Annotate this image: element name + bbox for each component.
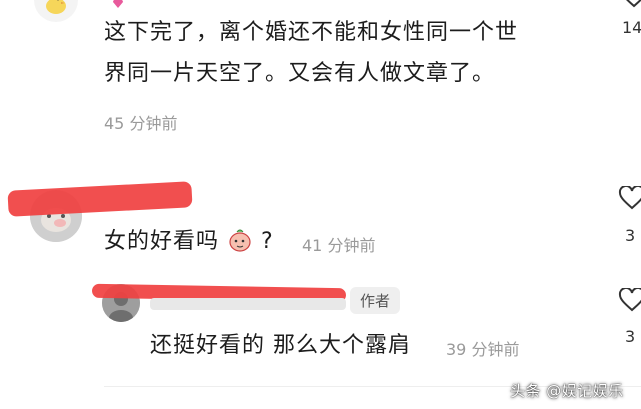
reply-time: 39 分钟前 — [446, 340, 520, 359]
like-count: 3 — [625, 327, 636, 346]
comment-text-body: 女的好看吗 — [104, 229, 220, 254]
like-heart-icon[interactable] — [620, 0, 641, 8]
like-heart-icon[interactable] — [618, 186, 641, 210]
comment-text-line-1: 这下完了，离个婚还不能和女性同一个世 — [104, 20, 519, 45]
redaction-mark — [7, 181, 193, 217]
reply-text: 还挺好看的 那么大个露肩 — [150, 333, 411, 358]
watermark: 头条 @娱记娱乐 — [510, 382, 624, 400]
like-count: 14 — [622, 18, 641, 37]
comment-time: 41 分钟前 — [302, 236, 376, 255]
commenter-avatar[interactable] — [34, 0, 78, 22]
duck-avatar-icon — [46, 0, 66, 14]
author-badge: 作者 — [350, 287, 401, 314]
peach-emoji-icon — [227, 227, 253, 253]
comment-text-line-2: 界同一片天空了。又会有人做文章了。 — [104, 61, 496, 86]
comment-text-punct: ? — [261, 229, 274, 254]
like-count: 3 — [625, 226, 636, 245]
username-tag-icon — [112, 0, 124, 8]
like-heart-icon[interactable] — [618, 288, 641, 312]
redacted-username — [150, 298, 346, 310]
comment-time: 45 分钟前 — [104, 114, 178, 133]
comment-text: 女的好看吗 ? — [104, 223, 274, 261]
